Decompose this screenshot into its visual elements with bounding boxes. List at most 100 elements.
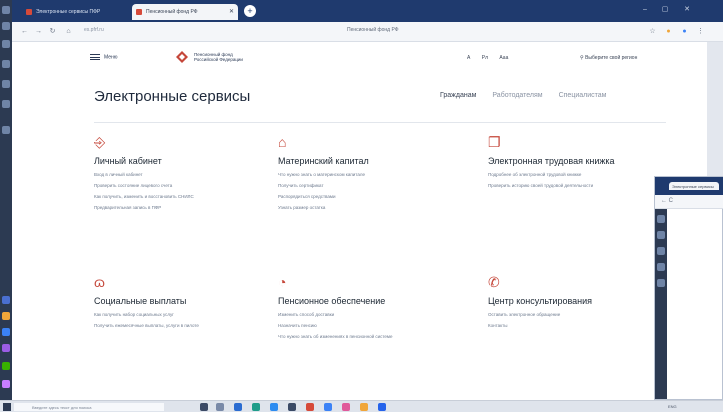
card-link[interactable]: Получить ежемесячные выплаты, услуги в п… bbox=[94, 323, 279, 329]
browser-tab[interactable]: Электронные сервисы ПФР bbox=[22, 4, 128, 20]
card-link[interactable]: Проверить состояние лицевого счета bbox=[94, 183, 279, 189]
reload-icon[interactable]: ↻ bbox=[48, 27, 57, 36]
second-window-tab[interactable]: Электронные сервисы bbox=[669, 182, 719, 190]
browser-menu-icon[interactable]: ⋮ bbox=[696, 27, 705, 36]
taskbar-app-icon[interactable] bbox=[216, 403, 224, 411]
personal-cabinet-icon: ⎆ bbox=[94, 134, 106, 150]
tab-citizens[interactable]: Гражданам bbox=[440, 92, 476, 99]
dock-icon[interactable] bbox=[657, 215, 665, 223]
dock-app-icon[interactable] bbox=[2, 362, 10, 370]
new-tab-button[interactable]: + bbox=[244, 5, 256, 17]
forward-icon[interactable]: → bbox=[34, 27, 43, 36]
close-tab-icon[interactable]: ✕ bbox=[229, 8, 234, 15]
taskbar-app-icon[interactable] bbox=[342, 403, 350, 411]
logo-text[interactable]: Пенсионный фонд Российской Федерации bbox=[194, 52, 243, 62]
second-browser-window[interactable]: Электронные сервисы ← С bbox=[654, 176, 723, 400]
profile-icon[interactable]: ● bbox=[680, 27, 689, 36]
dock-icon[interactable] bbox=[2, 22, 10, 30]
maximize-icon[interactable]: ▢ bbox=[660, 6, 670, 14]
dock-icon[interactable] bbox=[657, 263, 665, 271]
taskbar-app-icon[interactable] bbox=[324, 403, 332, 411]
back-icon[interactable]: ← bbox=[20, 27, 29, 36]
card-link[interactable]: Проверить историю своей трудовой деятель… bbox=[488, 183, 656, 189]
card-link[interactable]: Как получить, изменить и восстановить СН… bbox=[94, 194, 279, 200]
card-link[interactable]: Вход в личный кабинет bbox=[94, 172, 279, 178]
card-link[interactable]: Изменить способ доставки bbox=[278, 312, 463, 318]
card-title[interactable]: Центр консультирования bbox=[488, 296, 656, 307]
card-title[interactable]: Личный кабинет bbox=[94, 156, 279, 167]
card-link[interactable]: Получить сертификат bbox=[278, 183, 463, 189]
service-card-personal-cabinet: ⎆ Личный кабинет Вход в личный кабинет П… bbox=[94, 134, 279, 211]
card-link[interactable]: Распорядиться средствами bbox=[278, 194, 463, 200]
card-link[interactable]: Как получить набор социальных услуг bbox=[94, 312, 279, 318]
bookmark-icon[interactable]: ☆ bbox=[648, 27, 657, 36]
taskbar-app-icon[interactable] bbox=[306, 403, 314, 411]
start-button[interactable] bbox=[3, 403, 11, 411]
language-toggle[interactable]: Рл bbox=[482, 55, 488, 61]
dock-icon[interactable] bbox=[2, 40, 10, 48]
card-link[interactable]: Что нужно знать о материнском капитале bbox=[278, 172, 463, 178]
dock-icon[interactable] bbox=[2, 126, 10, 134]
dock-app-icon[interactable] bbox=[2, 296, 10, 304]
taskbar-app-icon[interactable] bbox=[378, 403, 386, 411]
system-tray[interactable]: ENG bbox=[668, 404, 677, 409]
dock-icon[interactable] bbox=[2, 100, 10, 108]
favicon-icon bbox=[26, 9, 32, 15]
minimize-icon[interactable]: – bbox=[640, 6, 650, 14]
os-taskbar: Введите здесь текст для поиска ENG bbox=[0, 400, 723, 412]
menu-button[interactable]: Меню bbox=[90, 54, 118, 60]
pension-icon: ◔ bbox=[278, 274, 287, 290]
tab-specialists[interactable]: Специалистам bbox=[559, 92, 607, 99]
page-title-in-bar: Пенсионный фонд РФ bbox=[347, 27, 399, 33]
search-toggle[interactable]: А bbox=[467, 55, 470, 61]
maternity-capital-icon: ⌂ bbox=[278, 134, 287, 150]
url-field[interactable]: es.pfrf.ru bbox=[84, 27, 104, 33]
dock-app-icon[interactable] bbox=[2, 312, 10, 320]
card-title[interactable]: Материнский капитал bbox=[278, 156, 463, 167]
card-link[interactable]: Контакты bbox=[488, 323, 656, 329]
dock-icon[interactable] bbox=[2, 80, 10, 88]
taskbar-app-icon[interactable] bbox=[360, 403, 368, 411]
card-link[interactable]: Что нужно знать об изменениях в пенсионн… bbox=[278, 334, 463, 340]
dock-icon[interactable] bbox=[657, 279, 665, 287]
card-link[interactable]: Подробнее об электронной трудовой книжке bbox=[488, 172, 656, 178]
divider bbox=[94, 122, 666, 123]
dock-app-icon[interactable] bbox=[2, 344, 10, 352]
taskbar-app-icon[interactable] bbox=[234, 403, 242, 411]
dock-icon[interactable] bbox=[657, 231, 665, 239]
card-title[interactable]: Социальные выплаты bbox=[94, 296, 279, 307]
service-card-social-payments: ɷ Социальные выплаты Как получить набор … bbox=[94, 274, 279, 329]
extension-icon[interactable]: ● bbox=[664, 27, 673, 36]
accessibility-tools: А Рл Ааа bbox=[467, 55, 518, 61]
second-window-dock bbox=[655, 209, 667, 399]
card-link[interactable]: Узнать размер остатка bbox=[278, 205, 463, 211]
card-title[interactable]: Электронная трудовая книжка bbox=[488, 156, 656, 167]
second-window-tab-bar: Электронные сервисы bbox=[655, 177, 723, 195]
dock-app-icon[interactable] bbox=[2, 380, 10, 388]
pfr-logo[interactable] bbox=[175, 50, 189, 64]
card-title[interactable]: Пенсионное обеспечение bbox=[278, 296, 463, 307]
card-link[interactable]: Назначить пенсию bbox=[278, 323, 463, 329]
work-book-icon: ❐ bbox=[488, 134, 501, 150]
second-window-nav[interactable]: ← С bbox=[655, 195, 723, 209]
site-header: Меню Пенсионный фонд Российской Федераци… bbox=[12, 42, 707, 78]
dock-icon[interactable] bbox=[2, 60, 10, 68]
dock-icon[interactable] bbox=[657, 247, 665, 255]
tab-employers[interactable]: Работодателям bbox=[492, 92, 542, 99]
taskbar-app-icon[interactable] bbox=[252, 403, 260, 411]
dock-icon[interactable] bbox=[2, 6, 10, 14]
home-icon[interactable]: ⌂ bbox=[64, 27, 73, 36]
taskbar-app-icon[interactable] bbox=[288, 403, 296, 411]
web-page: Меню Пенсионный фонд Российской Федераци… bbox=[12, 42, 707, 400]
consulting-center-icon: ✆ bbox=[488, 274, 500, 290]
close-window-icon[interactable]: ✕ bbox=[682, 6, 692, 14]
card-link[interactable]: Оставить электронное обращение bbox=[488, 312, 656, 318]
card-link[interactable]: Предварительная запись в ПФР bbox=[94, 205, 279, 211]
taskbar-app-icon[interactable] bbox=[200, 403, 208, 411]
taskbar-search-input[interactable]: Введите здесь текст для поиска bbox=[14, 403, 164, 411]
region-selector[interactable]: ⚲ Выберите свой регион bbox=[580, 55, 637, 61]
taskbar-app-icon[interactable] bbox=[270, 403, 278, 411]
font-size-toggle[interactable]: Ааа bbox=[499, 55, 508, 61]
dock-app-icon[interactable] bbox=[2, 328, 10, 336]
browser-tab-active[interactable]: Пенсионный фонд РФ ✕ bbox=[132, 4, 238, 20]
